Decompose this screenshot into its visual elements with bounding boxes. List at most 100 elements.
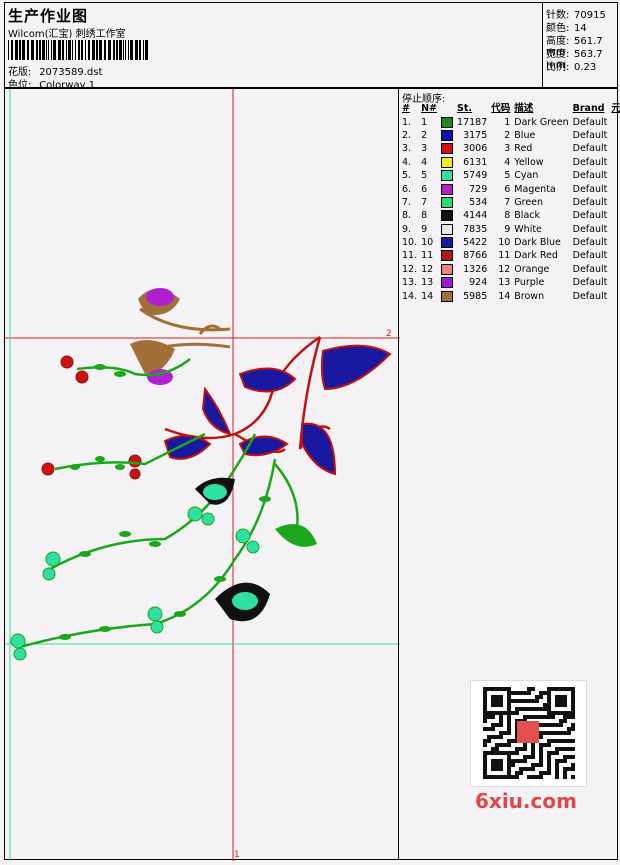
blue-leaves — [163, 344, 392, 476]
stop-needle: 7 — [421, 196, 428, 208]
color-swatch-box — [441, 143, 454, 155]
stop-index: 10. — [402, 237, 418, 249]
stop-element — [609, 196, 620, 209]
black-cyan-bud-bottom — [215, 582, 270, 622]
stop-needle: 4 — [421, 156, 428, 168]
stop-stitches: 534 — [469, 196, 488, 208]
stop-element — [609, 182, 620, 195]
stop-brand: Default — [572, 156, 608, 168]
stop-code: 8 — [504, 210, 511, 222]
color-swatch-box — [441, 129, 454, 141]
green-leaves — [59, 364, 317, 640]
guide-marker-bottom: 1 — [234, 850, 240, 860]
stop-needle: 1 — [421, 116, 428, 128]
cyan-flowers — [10, 506, 260, 661]
stop-index: 2. — [402, 129, 412, 141]
red-flowers — [41, 355, 142, 480]
color-swatch — [439, 142, 455, 155]
stop-description: Dark Blue — [514, 237, 561, 249]
stop-brand: Default — [572, 196, 608, 208]
col-header-needle: N# — [421, 103, 438, 115]
stop-index: 3. — [402, 143, 412, 155]
color-swatch — [439, 289, 455, 302]
stop-description: Brown — [514, 290, 545, 302]
stop-element — [609, 142, 620, 155]
table-row: 9. 9 7835 9 White Default — [400, 223, 620, 236]
stop-needle: 10 — [421, 237, 434, 249]
stop-description: Dark Green — [514, 116, 569, 128]
stop-needle: 2 — [421, 129, 428, 141]
color-swatch-box — [441, 116, 454, 128]
stop-element — [609, 115, 620, 128]
table-header-row: # N# St. 代码 描述 Brand 元素 — [400, 102, 620, 115]
table-row: 14. 14 5985 14 Brown Default — [400, 289, 620, 302]
stop-brand: Default — [572, 116, 608, 128]
table-row: 6. 6 729 6 Magenta Default — [400, 182, 620, 195]
stop-element — [609, 129, 620, 142]
stop-needle: 9 — [421, 223, 428, 235]
color-swatch — [439, 169, 455, 182]
color-swatch — [439, 115, 455, 128]
stop-needle: 3 — [421, 143, 428, 155]
color-swatch-box — [441, 183, 454, 195]
stop-code: 1 — [504, 116, 511, 128]
stop-code: 6 — [504, 183, 511, 195]
stop-needle: 13 — [421, 277, 434, 289]
purple-bud-top — [138, 288, 180, 315]
stop-code: 11 — [498, 250, 511, 262]
stop-stitches: 924 — [469, 277, 488, 289]
stop-index: 6. — [402, 183, 412, 195]
stop-brand: Default — [572, 290, 608, 302]
color-swatch-box — [441, 263, 454, 275]
stop-description: Yellow — [514, 156, 544, 168]
table-row: 1. 1 17187 1 Dark Green Default — [400, 115, 620, 128]
stop-brand: Default — [572, 237, 608, 249]
stop-needle: 12 — [421, 263, 434, 275]
stop-code: 7 — [504, 196, 511, 208]
stop-element — [609, 209, 620, 222]
stop-code: 2 — [504, 129, 511, 141]
color-swatch-box — [441, 223, 454, 235]
stop-stitches: 17187 — [457, 116, 488, 128]
color-swatch — [439, 249, 455, 262]
stop-code: 4 — [504, 156, 511, 168]
stop-description: White — [514, 223, 542, 235]
stop-index: 13. — [402, 277, 418, 289]
stop-brand: Default — [572, 277, 608, 289]
company-name: Wilcom(汇宝) 刺绣工作室 — [8, 29, 126, 40]
header-panel: 生产作业图 Wilcom(汇宝) 刺绣工作室 花版: 2073589.dst 色… — [4, 2, 543, 91]
table-row: 7. 7 534 7 Green Default — [400, 196, 620, 209]
stop-brand: Default — [572, 143, 608, 155]
stop-needle: 8 — [421, 210, 428, 222]
qr-code-image — [470, 680, 587, 787]
table-row: 10. 10 5422 10 Dark Blue Default — [400, 236, 620, 249]
stop-code: 10 — [498, 237, 511, 249]
design-canvas[interactable]: 2 1 — [4, 88, 400, 861]
color-swatch — [439, 276, 455, 289]
stop-code: 5 — [504, 170, 511, 182]
stop-stitches: 5985 — [463, 290, 488, 302]
stop-stitches: 5422 — [463, 237, 488, 249]
stop-element — [609, 263, 620, 276]
stop-description: Green — [514, 196, 544, 208]
stop-description: Magenta — [514, 183, 556, 195]
watermark-logo: 6xiu.com — [475, 789, 577, 813]
stop-index: 4. — [402, 156, 412, 168]
color-swatch-box — [441, 156, 454, 168]
table-row: 12. 12 1326 12 Orange Default — [400, 263, 620, 276]
page-title: 生产作业图 — [8, 7, 89, 25]
stop-code: 13 — [498, 277, 511, 289]
stop-element — [609, 249, 620, 262]
stop-stitches: 1326 — [463, 263, 488, 275]
col-header-element: 元素 — [611, 103, 620, 115]
color-swatch — [439, 236, 455, 249]
stop-needle: 6 — [421, 183, 428, 195]
stop-brand: Default — [572, 183, 608, 195]
stats-panel: 针数: 70915 颜色: 14 高度: 561.7 mm 宽度: 563.7 mm 比… — [542, 2, 618, 88]
color-swatch-box — [441, 210, 454, 222]
color-swatch-box — [441, 290, 454, 302]
stop-index: 12. — [402, 263, 418, 275]
stop-needle: 14 — [421, 290, 434, 302]
table-row: 13. 13 924 13 Purple Default — [400, 276, 620, 289]
color-swatch — [439, 129, 455, 142]
